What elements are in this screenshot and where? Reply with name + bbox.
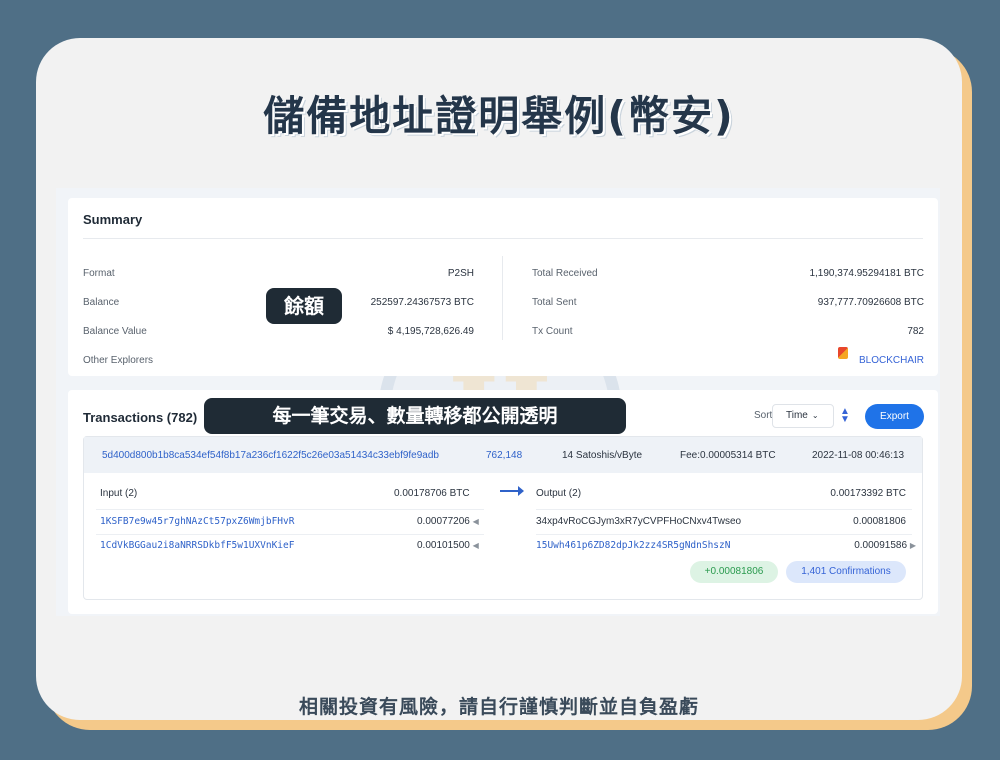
- block-height-link[interactable]: 762,148: [486, 450, 522, 461]
- total-received-label: Total Received: [532, 268, 598, 279]
- total-received-value: 1,190,374.95294181 BTC: [809, 268, 924, 279]
- transactions-panel: Transactions (782) 每一筆交易、數量轉移都公開透明 Sort:…: [68, 390, 938, 614]
- balance-value-usd: $ 4,195,728,626.49: [387, 326, 474, 337]
- divider: [83, 238, 923, 239]
- transactions-title: Transactions (782): [83, 410, 198, 425]
- column-divider: [502, 256, 503, 340]
- confirmations-badge: 1,401 Confirmations: [786, 561, 906, 583]
- total-sent-label: Total Sent: [532, 297, 577, 308]
- tx-time: 2022-11-08 00:46:13: [812, 450, 905, 461]
- output-address-link[interactable]: 15Uwh461p6ZD82dpJk2zz4SR5gNdnShszN: [536, 540, 730, 551]
- transactions-annotation-tag: 每一筆交易、數量轉移都公開透明: [204, 398, 626, 434]
- tx-count-label: Tx Count: [532, 326, 573, 337]
- triangle-left-icon: ◀: [472, 541, 479, 550]
- headline: 儲備地址證明舉例(幣安): [263, 92, 735, 140]
- sort-value: Time: [786, 410, 808, 421]
- disclaimer: 相關投資有風險，請自行謹慎判斷並自負盈虧: [298, 696, 699, 718]
- tx-hash-link[interactable]: 5d400d800b1b8ca534ef54f8b17a236cf1622f5c…: [102, 450, 439, 461]
- output-label: Output (2): [536, 488, 582, 499]
- slide-card: 儲備地址證明舉例(幣安) H Summary Format P2SH Balan…: [36, 38, 962, 720]
- balance-annotation-tag: 餘額: [266, 288, 342, 324]
- chevron-down-icon: ⌄: [811, 411, 819, 420]
- summary-panel: Summary Format P2SH Balance 252597.24367…: [68, 198, 938, 376]
- summary-title: Summary: [83, 212, 143, 227]
- transaction-card: 5d400d800b1b8ca534ef54f8b17a236cf1622f5c…: [83, 436, 923, 600]
- sort-select[interactable]: Time ⌄: [772, 404, 834, 428]
- divider: [536, 509, 912, 510]
- export-button[interactable]: Export: [865, 404, 924, 429]
- fee: Fee:0.00005314 BTC: [680, 450, 776, 461]
- format-label: Format: [83, 268, 115, 279]
- other-explorers-label: Other Explorers: [83, 355, 154, 366]
- format-value: P2SH: [447, 268, 474, 279]
- divider: [96, 509, 484, 510]
- input-amount: 0.00077206 ◀: [417, 516, 479, 527]
- balance-value: 252597.24367573 BTC: [370, 297, 474, 308]
- triangle-left-icon: ◀: [472, 517, 479, 526]
- balance-delta-badge: +0.00081806: [690, 561, 778, 583]
- divider: [96, 534, 484, 535]
- output-address: 34xp4vRoCGJym3xR7yCVPFHoCNxv4Twseo: [536, 516, 742, 527]
- tx-count-value: 782: [907, 326, 924, 337]
- input-address-link[interactable]: 1CdVkBGGau2i8aNRRSDkbfF5w1UXVnKieF: [100, 540, 294, 551]
- transaction-header: 5d400d800b1b8ca534ef54f8b17a236cf1622f5c…: [84, 437, 922, 473]
- divider: [536, 534, 912, 535]
- arrow-right-icon: [500, 486, 524, 496]
- output-amount: 0.00081806: [853, 516, 906, 527]
- output-amount: 0.00091586 ▶: [854, 540, 916, 551]
- output-total: 0.00173392 BTC: [830, 488, 906, 499]
- balance-value-label: Balance Value: [83, 326, 147, 337]
- balance-label: Balance: [83, 297, 120, 308]
- triangle-right-icon: ▶: [909, 541, 916, 550]
- input-label: Input (2): [100, 488, 138, 499]
- sort-direction-icon[interactable]: ▲ ▼: [840, 407, 850, 425]
- input-address-link[interactable]: 1KSFB7e9w45r7ghNAzCt57pxZ6WmjbFHvR: [100, 516, 294, 527]
- blockchair-link[interactable]: BLOCKCHAIR: [859, 355, 924, 366]
- total-sent-value: 937,777.70926608 BTC: [817, 297, 924, 308]
- input-amount: 0.00101500 ◀: [417, 540, 479, 551]
- blockchair-screenshot: H Summary Format P2SH Balance 252597.243…: [56, 188, 940, 616]
- fee-rate: 14 Satoshis/vByte: [562, 450, 643, 461]
- blockchair-icon: [838, 347, 848, 359]
- input-total: 0.00178706 BTC: [394, 488, 470, 499]
